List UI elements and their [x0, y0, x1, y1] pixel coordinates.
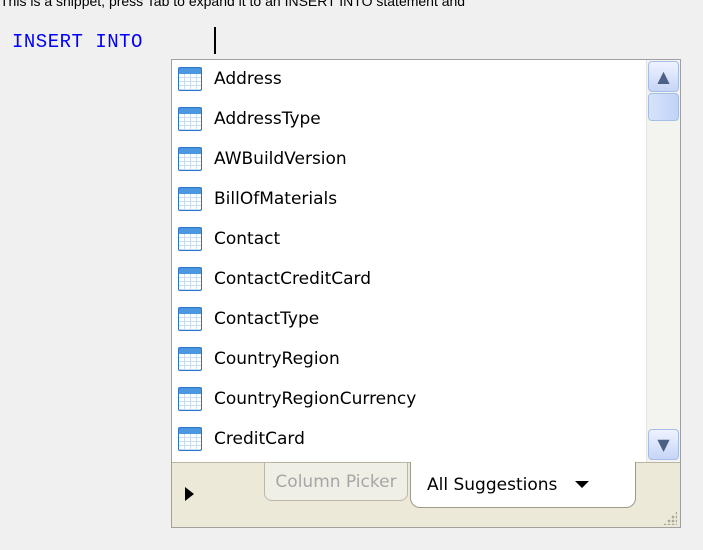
suggestion-label: ContactCreditCard [214, 269, 372, 289]
suggestion-label: CountryRegionCurrency [214, 389, 417, 409]
completion-popup[interactable]: Address AddressType AWBuildVersion BillO… [171, 59, 681, 528]
suggestion-label: Contact [214, 229, 281, 249]
suggestion-item-awbuildversion[interactable]: AWBuildVersion [178, 143, 347, 175]
suggestion-label: AWBuildVersion [214, 149, 347, 169]
table-icon [178, 187, 202, 211]
scroll-up-button[interactable]: ▲ [648, 61, 679, 92]
suggestion-item-partial[interactable] [178, 439, 214, 462]
scrollbar-thumb[interactable] [648, 93, 679, 121]
table-icon [178, 107, 202, 131]
table-icon [178, 227, 202, 251]
chevron-down-icon: ▼ [657, 435, 670, 454]
text-caret [214, 27, 216, 54]
table-icon [178, 387, 202, 411]
suggestion-item-billofmaterials[interactable]: BillOfMaterials [178, 183, 337, 215]
tab-column-picker[interactable]: Column Picker [264, 463, 408, 501]
scroll-down-button[interactable]: ▼ [648, 429, 679, 460]
suggestion-item-contactcreditcard[interactable]: ContactCreditCard [178, 263, 371, 295]
suggestion-label: CreditCard [214, 429, 305, 449]
tab-label: All Suggestions [427, 474, 558, 495]
suggestion-item-contacttype[interactable]: ContactType [178, 303, 319, 335]
suggestion-label: AddressType [214, 109, 321, 129]
sql-editor-code[interactable]: INSERT INTO [12, 31, 143, 55]
suggestion-item-addresstype[interactable]: AddressType [178, 103, 321, 135]
vertical-scrollbar[interactable]: ▲ ▼ [646, 60, 680, 462]
play-icon[interactable] [185, 487, 194, 501]
resize-grip-icon[interactable] [663, 511, 677, 525]
table-icon [178, 147, 202, 171]
table-icon [178, 347, 202, 371]
chevron-up-icon: ▲ [657, 67, 670, 86]
suggestion-item-contact[interactable]: Contact [178, 223, 280, 255]
snippet-hint-text: This is a snippet, press Tab to expand i… [0, 0, 466, 9]
table-icon [178, 267, 202, 291]
suggestion-list[interactable]: Address AddressType AWBuildVersion BillO… [172, 60, 644, 462]
table-icon [178, 67, 202, 91]
tab-all-suggestions[interactable]: All Suggestions [410, 462, 636, 508]
table-icon [178, 307, 202, 331]
suggestion-label: Address [214, 69, 282, 89]
tab-label: Column Picker [275, 471, 397, 492]
suggestion-item-address[interactable]: Address [178, 63, 282, 95]
dropdown-arrow-icon[interactable] [575, 481, 590, 488]
suggestion-item-countryregion[interactable]: CountryRegion [178, 343, 340, 375]
suggestion-label: ContactType [214, 309, 320, 329]
suggestion-label: BillOfMaterials [214, 189, 338, 209]
suggestion-label: CountryRegion [214, 349, 340, 369]
suggestion-tab-bar: Column Picker All Suggestions [172, 462, 680, 527]
suggestion-item-countryregioncurrency[interactable]: CountryRegionCurrency [178, 383, 416, 415]
